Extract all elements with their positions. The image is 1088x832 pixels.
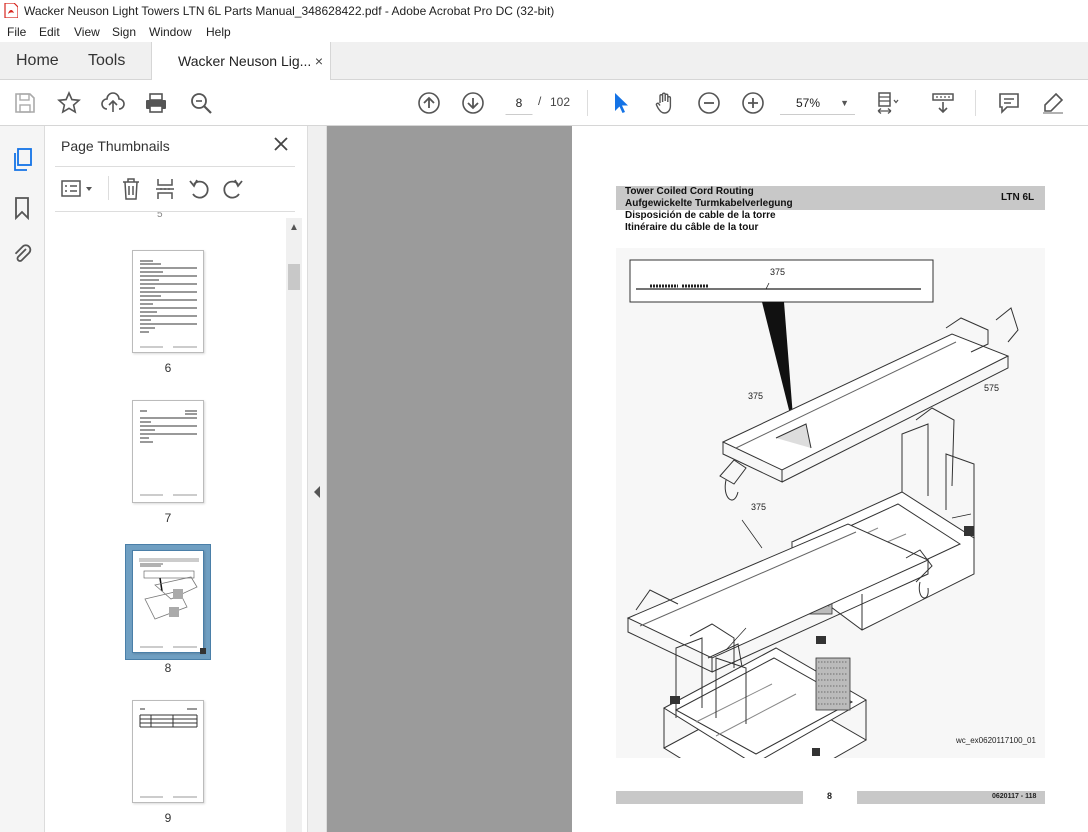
panel-collapse-strip[interactable] [308, 126, 327, 832]
model-code: LTN 6L [1001, 192, 1035, 203]
callout-label: 375 [748, 391, 764, 401]
zoom-out-icon[interactable] [697, 91, 721, 115]
zoom-level-dropdown[interactable]: 57% ▼ [780, 91, 855, 115]
callout-label: 375 [751, 502, 767, 512]
options-menu-icon[interactable] [61, 179, 95, 199]
tab-home[interactable]: Home [16, 42, 59, 80]
thumbnail-page-7[interactable] [132, 400, 204, 503]
thumbnail-scrollbar[interactable] [286, 218, 302, 832]
zoom-level-value: 57% [796, 96, 821, 110]
callout-label: 575 [984, 383, 1000, 393]
thumbnail-label: 7 [164, 511, 172, 525]
menu-file[interactable]: File [7, 25, 26, 39]
thumbnail-page-9[interactable] [132, 700, 204, 803]
page-number-input[interactable]: 8 [505, 91, 533, 115]
header-line-en: Tower Coiled Cord Routing [625, 186, 754, 197]
menu-window[interactable]: Window [149, 25, 192, 39]
title-bar: Wacker Neuson Light Towers LTN 6L Parts … [0, 0, 1088, 22]
page-separator: / [538, 94, 542, 108]
toolbar-divider [975, 90, 976, 116]
chevron-down-icon: ▼ [840, 98, 849, 108]
thumbnail-page-8[interactable] [132, 550, 204, 653]
header-line-de: Aufgewickelte Turmkabelverlegung [625, 198, 793, 209]
toolbar: 8 / 102 57% ▼ [0, 80, 1088, 126]
panel-title: Page Thumbnails [61, 138, 170, 154]
menu-edit[interactable]: Edit [39, 25, 60, 39]
tab-bar: Home Tools Wacker Neuson Lig... × [0, 42, 1088, 80]
highlight-pen-icon[interactable] [1041, 91, 1065, 115]
toolbar-divider [587, 90, 588, 116]
callout-label: 375 [770, 267, 786, 277]
page-number: 8 [827, 791, 833, 801]
tab-document[interactable]: Wacker Neuson Lig... × [151, 42, 331, 80]
pdf-page[interactable]: Tower Coiled Cord Routing Aufgewickelte … [572, 126, 1088, 832]
bookmark-star-icon[interactable] [57, 91, 81, 115]
close-icon[interactable] [271, 134, 291, 154]
thumbnail-toolbar [45, 174, 308, 214]
print-icon[interactable] [144, 91, 168, 115]
tab-document-label: Wacker Neuson Lig... [178, 53, 312, 69]
menu-help[interactable]: Help [206, 25, 231, 39]
total-pages: 102 [550, 95, 571, 109]
thumbnail-page-6[interactable] [132, 250, 204, 353]
attachment-paperclip-icon[interactable] [12, 241, 32, 265]
upload-cloud-icon[interactable] [101, 91, 125, 115]
rotate-counterclockwise-icon[interactable] [188, 177, 210, 201]
thumbnail-preview [139, 708, 198, 798]
figure-id: wc_ex0620117100_01 [956, 736, 1036, 745]
thumbnail-label: 6 [164, 361, 172, 375]
thumbnail-view-marker [200, 648, 206, 654]
lower-grille [815, 657, 851, 711]
zoom-search-icon[interactable] [189, 91, 213, 115]
rotate-clockwise-icon[interactable] [222, 177, 244, 201]
scrollbar-thumb[interactable] [288, 264, 300, 290]
toolbar-divider [108, 176, 109, 200]
previous-page-icon[interactable] [417, 91, 441, 115]
chevron-left-icon[interactable] [313, 486, 321, 498]
hand-tool-icon[interactable] [653, 91, 677, 115]
document-code: 0620117 - 118 [992, 793, 1037, 800]
tower-coiled-cord-illustration [626, 259, 1019, 758]
previous-page-label-fragment: 5 [157, 212, 163, 218]
thumbnail-preview [140, 260, 197, 348]
menu-sign[interactable]: Sign [112, 25, 136, 39]
thumbnail-label: 9 [164, 811, 172, 825]
close-tab-icon[interactable]: × [315, 42, 323, 80]
save-icon[interactable] [13, 91, 37, 115]
select-cursor-icon[interactable] [609, 91, 633, 115]
left-navigation-rail [0, 126, 45, 832]
menu-view[interactable]: View [74, 25, 100, 39]
acrobat-logo-icon [4, 3, 18, 18]
menu-bar: File Edit View Sign Window Help [0, 22, 1088, 42]
window-title: Wacker Neuson Light Towers LTN 6L Parts … [24, 4, 555, 18]
scroll-mode-icon[interactable] [931, 91, 955, 115]
zoom-in-icon[interactable] [741, 91, 765, 115]
extract-pages-icon[interactable] [155, 177, 175, 201]
footer-band-left [616, 791, 803, 804]
thumbnail-label: 8 [164, 661, 172, 675]
next-page-icon[interactable] [461, 91, 485, 115]
header-line-fr: Itinéraire du câble de la tour [625, 222, 759, 233]
divider [55, 166, 295, 167]
tab-tools[interactable]: Tools [88, 42, 125, 80]
page-thumbnails-panel: Page Thumbnails 5 6 7 8 9 ▲ [45, 126, 308, 832]
bookmark-icon[interactable] [14, 196, 30, 220]
thumbnail-preview [139, 558, 199, 648]
thumbnail-preview [140, 410, 197, 496]
header-line-es: Disposición de cable de la torre [625, 210, 776, 221]
page-thumbnails-icon[interactable] [12, 148, 34, 172]
divider [55, 211, 295, 212]
comment-icon[interactable] [997, 91, 1021, 115]
page-fit-icon[interactable] [875, 91, 899, 115]
delete-trash-icon[interactable] [121, 177, 141, 201]
scroll-up-icon[interactable]: ▲ [289, 222, 299, 233]
